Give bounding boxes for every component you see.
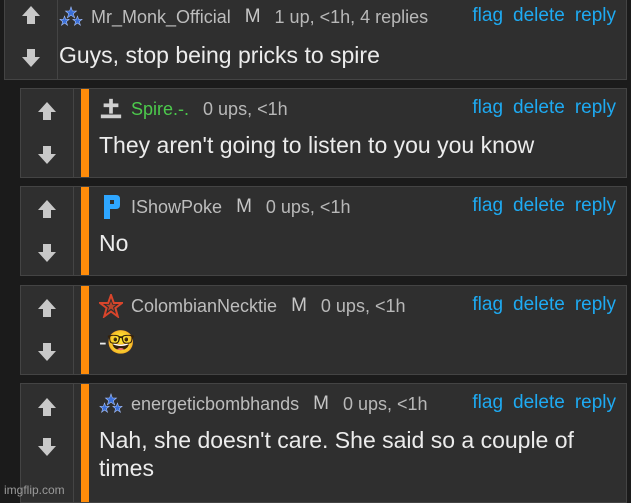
comment-actions: flag delete reply [472,5,616,27]
mod-badge: M [244,6,261,27]
arrow-up-icon [38,299,56,317]
reply-link[interactable]: reply [575,97,616,119]
arrow-up-icon [38,102,56,120]
vote-column [21,286,74,374]
arrow-up-icon [38,398,56,416]
upvote-button[interactable] [34,196,60,222]
username[interactable]: Mr_Monk_Official [91,7,231,28]
delete-link[interactable]: delete [513,5,565,27]
mod-badge: M [236,196,252,217]
username[interactable]: IShowPoke [131,197,222,218]
comment-0: Mr_Monk_Official M 1 up, <1h, 4 replies … [4,0,627,80]
reply-accent-bar [81,384,89,502]
username[interactable]: ColombianNecktie [131,296,277,317]
upvote-button[interactable] [34,295,60,321]
comment-actions: flag delete reply [472,97,616,119]
delete-link[interactable]: delete [513,392,565,414]
comment-stats: 0 ups, <1h [320,295,406,316]
delete-link[interactable]: delete [513,294,565,316]
flag-link[interactable]: flag [472,97,503,119]
comment-stats: 1 up, <1h, 4 replies [274,6,429,27]
comment-text: -🤓 [99,329,136,355]
flag-link[interactable]: flag [472,294,503,316]
comment-3: ColombianNecktie M 0 ups, <1h flag delet… [20,285,627,375]
flag-link[interactable]: flag [472,5,503,27]
reply-accent-bar [81,89,89,177]
comment-meta: energeticbombhands M 0 ups, <1h flag del… [99,392,616,416]
comment-meta: Mr_Monk_Official M 1 up, <1h, 4 replies … [59,5,616,29]
reply-accent-bar [81,286,89,374]
comment-1: Spire.-. 0 ups, <1h flag delete reply Th… [20,88,627,178]
reply-accent-bar [81,187,89,275]
comment-text: No [99,230,129,256]
flag-link[interactable]: flag [472,195,503,217]
comment-meta: ColombianNecktie M 0 ups, <1h flag delet… [99,294,616,318]
watermark: imgflip.com [4,483,65,497]
comment-actions: flag delete reply [472,195,616,217]
downvote-button[interactable] [34,339,60,365]
arrow-down-icon [38,146,56,164]
reply-link[interactable]: reply [575,392,616,414]
comment-body: ColombianNecktie M 0 ups, <1h flag delet… [99,286,616,374]
comment-body: IShowPoke M 0 ups, <1h flag delete reply… [99,187,616,275]
comment-stats: 0 ups, <1h [203,98,288,119]
comment-text: They aren't going to listen to you you k… [99,132,535,158]
comment-meta: IShowPoke M 0 ups, <1h flag delete reply [99,195,616,219]
comment-body: energeticbombhands M 0 ups, <1h flag del… [99,384,616,502]
arrow-down-icon [22,48,40,67]
vote-column [5,0,58,79]
downvote-button[interactable] [34,142,60,168]
delete-link[interactable]: delete [513,195,565,217]
comment-stats: 0 ups, <1h [342,393,428,414]
comment-body: Spire.-. 0 ups, <1h flag delete reply Th… [99,89,616,177]
username[interactable]: energeticbombhands [131,394,299,415]
red-star-icon [99,294,123,318]
comment-stats: 0 ups, <1h [265,196,351,217]
downvote-button[interactable] [34,434,60,460]
delete-link[interactable]: delete [513,97,565,119]
arrow-down-icon [38,244,56,262]
mod-badge: M [313,393,329,414]
comment-meta: Spire.-. 0 ups, <1h flag delete reply [99,97,616,121]
comment-text: Nah, she doesn't care. She said so a cou… [99,427,574,481]
arrow-up-icon [22,5,40,24]
grave-cross-icon [99,97,123,121]
comment-text: Guys, stop being pricks to spire [59,42,380,68]
stars-icon [99,392,123,416]
upvote-button[interactable] [18,2,44,28]
upvote-button[interactable] [34,98,60,124]
stars-icon [59,5,83,29]
comment-2: IShowPoke M 0 ups, <1h flag delete reply… [20,186,627,276]
username[interactable]: Spire.-. [131,99,189,120]
downvote-button[interactable] [18,45,44,71]
flag-link[interactable]: flag [472,392,503,414]
blue-p-icon [99,195,123,219]
reply-link[interactable]: reply [575,5,616,27]
comment-actions: flag delete reply [472,294,616,316]
reply-link[interactable]: reply [575,195,616,217]
arrow-down-icon [38,343,56,361]
vote-column [21,187,74,275]
arrow-up-icon [38,200,56,218]
comment-actions: flag delete reply [472,392,616,414]
vote-column [21,89,74,177]
comment-4: energeticbombhands M 0 ups, <1h flag del… [20,383,627,503]
reply-link[interactable]: reply [575,294,616,316]
downvote-button[interactable] [34,240,60,266]
mod-badge: M [291,295,307,316]
comment-body: Mr_Monk_Official M 1 up, <1h, 4 replies … [59,0,616,79]
upvote-button[interactable] [34,394,60,420]
arrow-down-icon [38,438,56,456]
